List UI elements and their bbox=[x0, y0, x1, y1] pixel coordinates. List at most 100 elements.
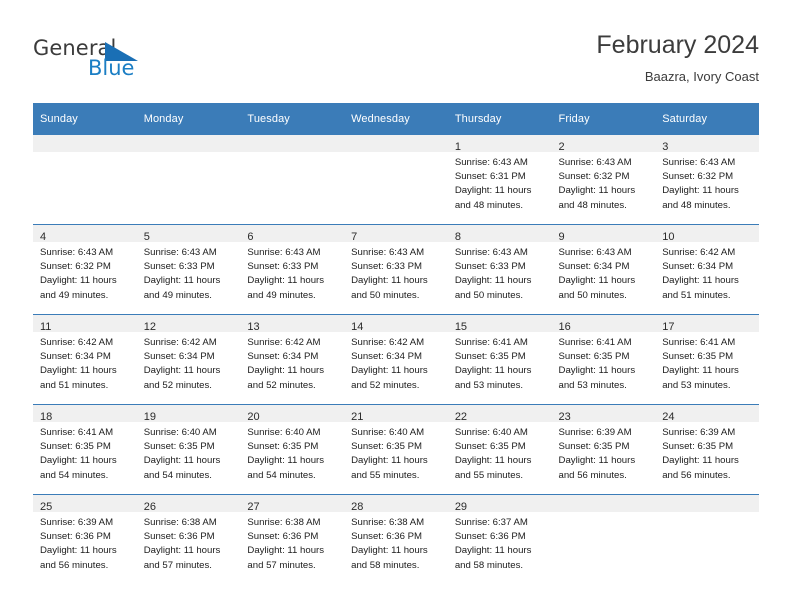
calendar-day-cell[interactable]: 4 Sunrise: 6:43 AM Sunset: 6:32 PM Daylight… bbox=[33, 224, 137, 315]
calendar-day-cell[interactable]: 28 Sunrise: 6:38 AM Sunset: 6:36 PM Dayligh… bbox=[344, 494, 448, 584]
calendar-day-cell[interactable]: 23 Sunrise: 6:39 AM Sunset: 6:35 PM Dayligh… bbox=[551, 404, 656, 495]
day-number: 14 bbox=[351, 321, 364, 333]
sunset-time: Sunset: 6:36 PM bbox=[454, 531, 526, 543]
sunset-time: Sunset: 6:32 PM bbox=[40, 261, 111, 273]
calendar-day-cell[interactable]: 19 Sunrise: 6:40 AM Sunset: 6:35 PM Dayligh… bbox=[136, 404, 241, 495]
calendar-day-cell-empty bbox=[655, 494, 759, 584]
sunset-time: Sunset: 6:35 PM bbox=[143, 441, 215, 453]
sunset-time: Sunset: 6:35 PM bbox=[351, 441, 423, 453]
calendar-table: Sunday Monday Tuesday Wednesday Thursday Frid… bbox=[33, 103, 759, 584]
daylight-duration-line2: and 49 minutes. bbox=[247, 289, 316, 301]
page-title: February 2024 bbox=[596, 31, 759, 59]
day-number-band: 24 bbox=[655, 405, 759, 423]
calendar-day-cell[interactable]: 5 Sunrise: 6:43 AM Sunset: 6:33 PM Daylight… bbox=[136, 224, 241, 315]
sunrise-time: Sunrise: 6:43 AM bbox=[40, 247, 114, 258]
day-number-band: 15 bbox=[447, 315, 552, 333]
calendar-day-cell[interactable]: 15 Sunrise: 6:41 AM Sunset: 6:35 PM Dayligh… bbox=[447, 314, 552, 405]
calendar-day-cell[interactable]: 10 Sunrise: 6:42 AM Sunset: 6:34 PM Dayligh… bbox=[655, 224, 759, 315]
weekday-header-monday: Monday bbox=[136, 103, 241, 135]
daylight-duration-line2: and 54 minutes. bbox=[40, 469, 109, 481]
calendar-day-cell[interactable]: 6 Sunrise: 6:43 AM Sunset: 6:33 PM Daylight… bbox=[240, 224, 345, 315]
calendar-day-cell[interactable]: 16 Sunrise: 6:41 AM Sunset: 6:35 PM Dayligh… bbox=[551, 314, 656, 405]
day-details: Sunrise: 6:43 AM Sunset: 6:32 PM Daylight:… bbox=[655, 152, 759, 213]
daylight-duration-line1: Daylight: 11 hours bbox=[351, 275, 428, 287]
calendar-day-cell[interactable]: 18 Sunrise: 6:41 AM Sunset: 6:35 PM Dayligh… bbox=[33, 404, 137, 495]
calendar-day-cell[interactable]: 14 Sunrise: 6:42 AM Sunset: 6:34 PM Dayligh… bbox=[344, 314, 448, 405]
daylight-duration-line1: Daylight: 11 hours bbox=[454, 455, 532, 467]
calendar-day-cell[interactable]: 27 Sunrise: 6:38 AM Sunset: 6:36 PM Dayligh… bbox=[240, 494, 345, 584]
calendar-day-cell[interactable]: 2 Sunrise: 6:43 AM Sunset: 6:32 PM Daylight… bbox=[551, 135, 656, 225]
calendar-day-cell[interactable]: 24 Sunrise: 6:39 AM Sunset: 6:35 PM Dayligh… bbox=[655, 404, 759, 495]
calendar-day-cell[interactable]: 22 Sunrise: 6:40 AM Sunset: 6:35 PM Dayligh… bbox=[447, 404, 552, 495]
calendar-week-row: 4 Sunrise: 6:43 AM Sunset: 6:32 PM Daylight… bbox=[33, 224, 759, 315]
sunset-time: Sunset: 6:36 PM bbox=[247, 531, 319, 543]
daylight-duration-line2: and 56 minutes. bbox=[662, 469, 731, 481]
calendar-day-cell[interactable]: 26 Sunrise: 6:38 AM Sunset: 6:36 PM Dayligh… bbox=[136, 494, 241, 584]
day-details: Sunrise: 6:38 AM Sunset: 6:36 PM Daylight:… bbox=[344, 512, 448, 573]
daylight-duration-line1: Daylight: 11 hours bbox=[662, 365, 739, 377]
sunrise-time: Sunrise: 6:43 AM bbox=[247, 247, 321, 258]
day-number: 27 bbox=[247, 501, 260, 513]
calendar-day-cell-empty bbox=[344, 135, 448, 225]
day-number: 6 bbox=[247, 231, 254, 243]
daylight-duration-line2: and 54 minutes. bbox=[247, 469, 316, 481]
daylight-duration-line2: and 52 minutes. bbox=[351, 379, 420, 391]
day-number: 24 bbox=[662, 411, 675, 423]
sunset-time: Sunset: 6:34 PM bbox=[143, 351, 215, 363]
day-number: 17 bbox=[662, 321, 675, 333]
calendar-day-cell-empty bbox=[33, 135, 137, 225]
day-number: 22 bbox=[454, 411, 468, 423]
day-number: 19 bbox=[143, 411, 156, 423]
daylight-duration-line1: Daylight: 11 hours bbox=[558, 365, 636, 377]
calendar-day-cell[interactable]: 9 Sunrise: 6:43 AM Sunset: 6:34 PM Daylight… bbox=[551, 224, 656, 315]
sunrise-time: Sunrise: 6:39 AM bbox=[662, 427, 736, 438]
sunrise-time: Sunrise: 6:43 AM bbox=[558, 247, 632, 258]
weekday-header-tuesday: Tuesday bbox=[240, 103, 345, 135]
day-number-band bbox=[344, 135, 448, 152]
day-number-band: 23 bbox=[551, 405, 656, 423]
daylight-duration-line2: and 56 minutes. bbox=[558, 469, 627, 481]
calendar-day-cell-empty bbox=[240, 135, 345, 225]
day-number-band: 16 bbox=[551, 315, 656, 333]
day-number: 8 bbox=[454, 231, 461, 243]
calendar-day-cell[interactable]: 17 Sunrise: 6:41 AM Sunset: 6:35 PM Dayligh… bbox=[655, 314, 759, 405]
sunset-time: Sunset: 6:34 PM bbox=[662, 261, 734, 273]
calendar-day-cell[interactable]: 7 Sunrise: 6:43 AM Sunset: 6:33 PM Daylight… bbox=[344, 224, 448, 315]
sunrise-time: Sunrise: 6:38 AM bbox=[247, 517, 321, 528]
daylight-duration-line2: and 48 minutes. bbox=[558, 199, 627, 211]
sunset-time: Sunset: 6:35 PM bbox=[558, 441, 630, 453]
day-number: 9 bbox=[558, 231, 565, 243]
day-number-band: 4 bbox=[33, 225, 137, 243]
day-number: 4 bbox=[40, 231, 47, 243]
day-details: Sunrise: 6:43 AM Sunset: 6:32 PM Daylight:… bbox=[33, 242, 137, 303]
daylight-duration-line1: Daylight: 11 hours bbox=[40, 455, 117, 467]
daylight-duration-line1: Daylight: 11 hours bbox=[351, 455, 428, 467]
day-number: 11 bbox=[40, 321, 52, 333]
day-number-band: 6 bbox=[240, 225, 345, 243]
day-number-band: 10 bbox=[655, 225, 759, 243]
daylight-duration-line2: and 50 minutes. bbox=[351, 289, 420, 301]
calendar-day-cell[interactable]: 3 Sunrise: 6:43 AM Sunset: 6:32 PM Daylight… bbox=[655, 135, 759, 225]
calendar-day-cell[interactable]: 20 Sunrise: 6:40 AM Sunset: 6:35 PM Dayligh… bbox=[240, 404, 345, 495]
day-number-band: 18 bbox=[33, 405, 137, 423]
calendar-day-cell[interactable]: 8 Sunrise: 6:43 AM Sunset: 6:33 PM Daylight… bbox=[447, 224, 552, 315]
daylight-duration-line1: Daylight: 11 hours bbox=[454, 545, 532, 557]
daylight-duration-line1: Daylight: 11 hours bbox=[247, 545, 325, 557]
calendar-day-cell[interactable]: 25 Sunrise: 6:39 AM Sunset: 6:36 PM Dayligh… bbox=[33, 494, 137, 584]
calendar-day-cell[interactable]: 13 Sunrise: 6:42 AM Sunset: 6:34 PM Dayligh… bbox=[240, 314, 345, 405]
day-number: 25 bbox=[40, 501, 53, 513]
calendar-day-cell[interactable]: 21 Sunrise: 6:40 AM Sunset: 6:35 PM Dayligh… bbox=[344, 404, 448, 495]
day-details: Sunrise: 6:41 AM Sunset: 6:35 PM Daylight:… bbox=[552, 332, 656, 393]
daylight-duration-line2: and 55 minutes. bbox=[351, 469, 420, 481]
general-blue-logo: General Blue bbox=[33, 36, 173, 84]
calendar-day-cell[interactable]: 12 Sunrise: 6:42 AM Sunset: 6:34 PM Dayligh… bbox=[136, 314, 241, 405]
day-details: Sunrise: 6:43 AM Sunset: 6:32 PM Daylight:… bbox=[552, 152, 656, 213]
day-details: Sunrise: 6:41 AM Sunset: 6:35 PM Daylight:… bbox=[448, 332, 552, 393]
daylight-duration-line1: Daylight: 11 hours bbox=[143, 365, 221, 377]
calendar-day-cell[interactable]: 11 Sunrise: 6:42 AM Sunset: 6:34 PM Dayligh… bbox=[33, 314, 137, 405]
daylight-duration-line2: and 51 minutes. bbox=[662, 289, 731, 301]
calendar-day-cell[interactable]: 1 Sunrise: 6:43 AM Sunset: 6:31 PM Daylight… bbox=[447, 135, 552, 225]
calendar-day-cell[interactable]: 29 Sunrise: 6:37 AM Sunset: 6:36 PM Dayligh… bbox=[447, 494, 552, 584]
daylight-duration-line2: and 51 minutes. bbox=[40, 379, 109, 391]
sunset-time: Sunset: 6:35 PM bbox=[454, 351, 526, 363]
